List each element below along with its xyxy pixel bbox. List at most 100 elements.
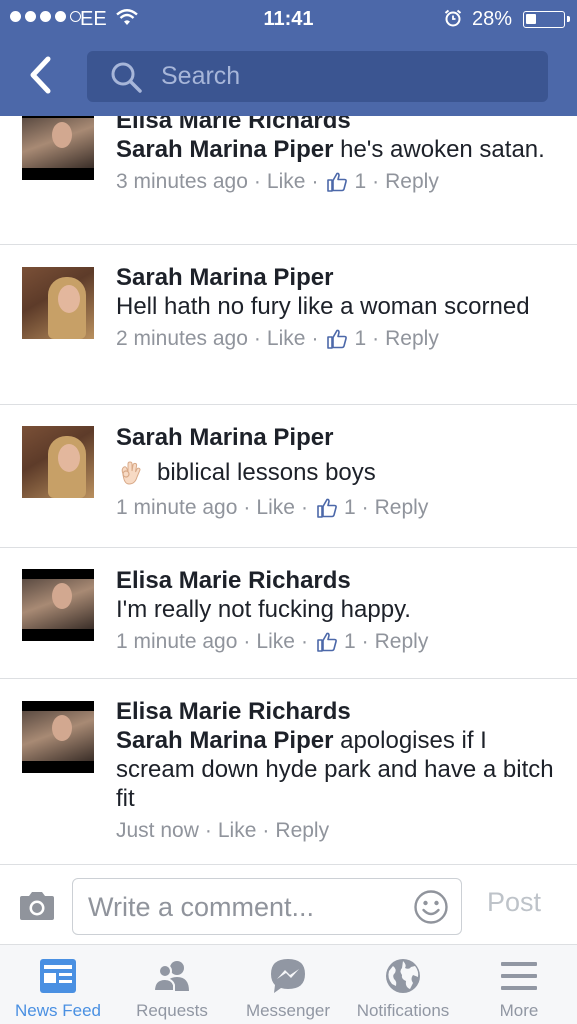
tab-label: Requests: [136, 1001, 208, 1020]
avatar[interactable]: [22, 116, 94, 180]
tab-more[interactable]: More: [474, 945, 564, 1024]
separator: ·: [262, 819, 270, 842]
comment-time: 2 minutes ago: [116, 327, 248, 350]
like-count[interactable]: 1: [354, 325, 366, 353]
reply-button[interactable]: Reply: [385, 325, 439, 353]
comment-text-body: biblical lessons boys: [157, 459, 376, 486]
bottom-tab-bar: News Feed Requests Messenger Notificatio…: [0, 944, 577, 1024]
comment-text: Hell hath no fury like a woman scorned: [116, 293, 530, 320]
like-button[interactable]: Like: [256, 628, 295, 656]
tab-label: More: [499, 1001, 539, 1020]
avatar[interactable]: [22, 426, 94, 498]
smiley-face-icon[interactable]: [413, 889, 449, 925]
avatar[interactable]: [22, 267, 94, 339]
comment-author[interactable]: Sarah Marina Piper: [116, 423, 556, 452]
comment-input[interactable]: Write a comment...: [72, 878, 462, 935]
separator: ·: [243, 496, 251, 519]
separator: ·: [300, 496, 308, 519]
like-button[interactable]: Like: [256, 494, 295, 522]
separator: ·: [372, 327, 380, 350]
comment-text: I'm really not fucking happy.: [116, 596, 411, 623]
tab-label: Notifications: [356, 1001, 450, 1020]
comment-time: Just now: [116, 819, 199, 842]
top-header: EE 11:41 28% Search: [0, 0, 577, 116]
thumbs-up-icon: [317, 498, 337, 518]
post-button[interactable]: Post: [487, 887, 541, 918]
reply-button[interactable]: Reply: [275, 817, 329, 845]
comment-list[interactable]: Elisa Marie Richards Sarah Marina Piper …: [0, 116, 577, 864]
like-button[interactable]: Like: [267, 168, 306, 196]
comment-time: 1 minute ago: [116, 496, 238, 519]
separator: ·: [253, 170, 261, 193]
comment-time: 3 minutes ago: [116, 170, 248, 193]
separator: ·: [253, 327, 261, 350]
tab-messenger[interactable]: Messenger: [236, 945, 340, 1024]
alarm-clock-icon: [444, 9, 462, 27]
avatar[interactable]: [22, 569, 94, 641]
comment-author[interactable]: Elisa Marie Richards: [116, 116, 556, 135]
comment-meta: Just now · Like · Reply: [116, 817, 556, 845]
menu-icon: [501, 962, 537, 990]
tab-label: Messenger: [245, 1001, 331, 1020]
comment-text-body: he's awoken satan.: [333, 136, 545, 163]
separator: ·: [300, 630, 308, 653]
chevron-left-icon: [30, 56, 51, 94]
comment-meta: 2 minutes ago · Like · 1 · Reply: [116, 325, 556, 353]
news-feed-icon: [40, 959, 76, 993]
separator: ·: [361, 496, 369, 519]
messenger-icon: [271, 959, 305, 993]
like-count[interactable]: 1: [344, 628, 356, 656]
thumbs-up-icon: [317, 632, 337, 652]
separator: ·: [243, 630, 251, 653]
comment-composer: Write a comment... Post: [0, 864, 577, 944]
comment-time: 1 minute ago: [116, 630, 238, 653]
reply-button[interactable]: Reply: [385, 168, 439, 196]
comment-text: biblical lessons boys: [116, 458, 556, 487]
comment-meta: 1 minute ago · Like · 1 · Reply: [116, 628, 556, 656]
comment-item: Elisa Marie Richards Sarah Marina Piper …: [0, 679, 577, 864]
like-count[interactable]: 1: [354, 168, 366, 196]
status-bar: EE 11:41 28%: [0, 0, 577, 38]
separator: ·: [204, 819, 212, 842]
comment-item: Elisa Marie Richards Sarah Marina Piper …: [0, 116, 577, 245]
search-placeholder: Search: [161, 62, 241, 90]
comment-item: Sarah Marina Piper biblical lessons boys…: [0, 405, 577, 548]
mention-link[interactable]: Sarah Marina Piper: [116, 727, 333, 754]
comment-author[interactable]: Elisa Marie Richards: [116, 697, 556, 726]
comment-text: Sarah Marina Piper he's awoken satan.: [116, 135, 556, 164]
separator: ·: [311, 327, 319, 350]
comment-meta: 3 minutes ago · Like · 1 · Reply: [116, 168, 556, 196]
like-button[interactable]: Like: [218, 817, 257, 845]
ok-hand-emoji-icon: [121, 460, 141, 485]
separator: ·: [361, 630, 369, 653]
comment-text: Sarah Marina Piper apologises if I screa…: [116, 726, 556, 813]
comment-author[interactable]: Elisa Marie Richards: [116, 566, 556, 595]
separator: ·: [311, 170, 319, 193]
like-button[interactable]: Like: [267, 325, 306, 353]
reply-button[interactable]: Reply: [375, 628, 429, 656]
tab-requests[interactable]: Requests: [124, 945, 220, 1024]
search-icon: [111, 62, 142, 93]
battery-icon: [523, 11, 570, 28]
comment-author[interactable]: Sarah Marina Piper: [116, 263, 556, 292]
camera-icon[interactable]: [17, 889, 57, 923]
comment-meta: 1 minute ago · Like · 1 · Reply: [116, 494, 556, 522]
comment-item: Elisa Marie Richards I'm really not fuck…: [0, 548, 577, 679]
tab-notifications[interactable]: Notifications: [346, 945, 460, 1024]
tab-label: News Feed: [15, 1001, 101, 1020]
comment-placeholder: Write a comment...: [88, 892, 315, 922]
reply-button[interactable]: Reply: [375, 494, 429, 522]
thumbs-up-icon: [327, 172, 348, 192]
avatar[interactable]: [22, 701, 94, 773]
back-button[interactable]: [20, 52, 60, 98]
friend-requests-icon: [152, 961, 189, 992]
like-count[interactable]: 1: [344, 494, 356, 522]
battery-percentage: 28%: [472, 8, 513, 30]
comment-item: Sarah Marina Piper Hell hath no fury lik…: [0, 245, 577, 405]
tab-news-feed[interactable]: News Feed: [6, 945, 110, 1024]
search-input[interactable]: Search: [87, 51, 548, 102]
globe-icon: [386, 959, 420, 993]
separator: ·: [372, 170, 380, 193]
mention-link[interactable]: Sarah Marina Piper: [116, 136, 333, 163]
thumbs-up-icon: [327, 329, 348, 349]
